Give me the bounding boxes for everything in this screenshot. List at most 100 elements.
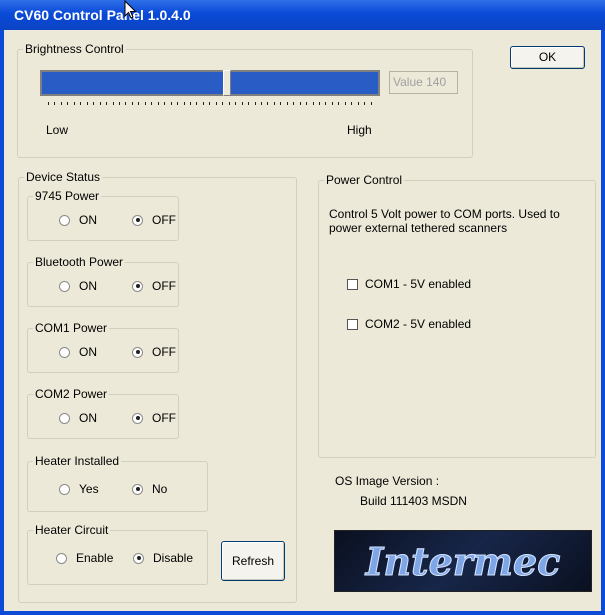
com2-power-off-label: OFF [152,411,176,425]
slider-tick [48,102,49,105]
slider-tick [260,102,262,105]
brightness-slider[interactable] [40,70,380,110]
slider-tick [177,102,179,105]
power-control-legend: Power Control [326,173,403,187]
bluetooth-power-option-on[interactable]: ON [59,279,97,293]
dialog-client-area: Brightness Control Value 140 Low High OK… [4,30,601,611]
slider-tick [93,102,95,105]
com1-5v-checkbox-row[interactable]: COM1 - 5V enabled [347,277,471,291]
heater-circuit-enable-label: Enable [76,551,114,565]
slider-tick [170,102,172,105]
slider-tick [331,102,333,105]
refresh-button[interactable]: Refresh [221,541,285,581]
brightness-slider-thumb[interactable] [223,70,231,96]
9745-power-off-radio[interactable] [132,214,143,226]
slider-tick [325,102,327,105]
com1-power-option-on[interactable]: ON [59,345,97,359]
com2-power-on-radio[interactable] [59,412,70,424]
9745-power-legend: 9745 Power [35,189,100,203]
com1-power-on-radio[interactable] [59,346,70,358]
slider-tick [299,102,301,105]
slider-tick [73,102,75,105]
com1-5v-checkbox[interactable] [347,278,358,290]
9745-power-option-off[interactable]: OFF [132,213,176,227]
heater-installed-group: Heater Installed [27,454,208,512]
slider-tick [99,102,101,105]
bluetooth-power-legend: Bluetooth Power [35,255,124,269]
slider-tick [344,102,346,105]
heater-installed-yes-radio[interactable] [59,483,70,495]
slider-tick [267,102,269,105]
slider-tick [248,102,250,105]
slider-tick [112,102,114,105]
title-bar[interactable]: CV60 Control Panel 1.0.4.0 [0,0,605,30]
9745-power-option-on[interactable]: ON [59,213,97,227]
slider-tick [118,102,120,105]
slider-tick [241,102,243,105]
slider-tick [235,102,237,105]
slider-tick [144,102,146,105]
bluetooth-power-off-label: OFF [152,279,176,293]
power-control-description-2: power external tethered scanners [329,221,508,235]
9745-power-on-label: ON [79,213,97,227]
com2-5v-checkbox[interactable] [347,318,358,330]
slider-tick [254,102,256,105]
slider-tick [312,102,314,105]
heater-circuit-disable-radio[interactable] [133,552,144,564]
com1-5v-label: COM1 - 5V enabled [365,277,472,291]
brightness-low-label: Low [46,123,69,137]
slider-tick [106,102,108,105]
slider-tick [370,102,372,105]
slider-tick [338,102,340,105]
slider-tick [215,102,217,105]
9745-power-off-label: OFF [152,213,176,227]
slider-tick [280,102,282,105]
com1-power-off-radio[interactable] [132,346,143,358]
9745-power-on-radio[interactable] [59,214,70,226]
slider-tick [202,102,204,105]
slider-tick [151,102,153,105]
slider-tick [189,102,191,105]
slider-tick [67,102,69,105]
com2-power-option-off[interactable]: OFF [132,411,176,425]
heater-installed-option-yes[interactable]: Yes [59,482,99,496]
slider-tick [138,102,140,105]
mouse-cursor-icon [124,0,137,19]
slider-tick [228,102,230,105]
heater-installed-no-label: No [152,482,168,496]
com2-power-option-on[interactable]: ON [59,411,97,425]
slider-tick [157,102,159,105]
com2-power-off-radio[interactable] [132,412,143,424]
intermec-logo-text: Intermec [365,539,561,584]
brightness-slider-track[interactable] [40,70,380,96]
slider-tick [319,102,321,105]
heater-installed-legend: Heater Installed [35,454,120,468]
slider-tick [131,102,133,105]
heater-circuit-option-disable[interactable]: Disable [133,551,193,565]
slider-tick [60,102,62,105]
slider-tick [306,102,308,105]
com2-5v-checkbox-row[interactable]: COM2 - 5V enabled [347,317,471,331]
slider-tick [164,102,166,105]
heater-installed-option-no[interactable]: No [132,482,167,496]
brightness-control-legend: Brightness Control [25,42,124,56]
com2-power-on-label: ON [79,411,97,425]
heater-circuit-legend: Heater Circuit [35,523,109,537]
com2-power-legend: COM2 Power [35,387,108,401]
slider-tick [183,102,185,105]
heater-installed-no-radio[interactable] [132,483,143,495]
bluetooth-power-off-radio[interactable] [132,280,143,292]
heater-circuit-enable-radio[interactable] [56,552,67,564]
slider-tick [86,102,88,105]
bluetooth-power-on-radio[interactable] [59,280,70,292]
ok-button[interactable]: OK [510,46,585,69]
os-image-version-label: OS Image Version : [335,474,440,488]
bluetooth-power-option-off[interactable]: OFF [132,279,176,293]
slider-tick [357,102,359,105]
heater-circuit-option-enable[interactable]: Enable [56,551,113,565]
heater-installed-yes-label: Yes [79,482,99,496]
intermec-logo-icon: Intermec [364,539,561,585]
com1-power-option-off[interactable]: OFF [132,345,176,359]
brightness-slider-ticks [48,102,372,108]
slider-tick [125,102,127,105]
